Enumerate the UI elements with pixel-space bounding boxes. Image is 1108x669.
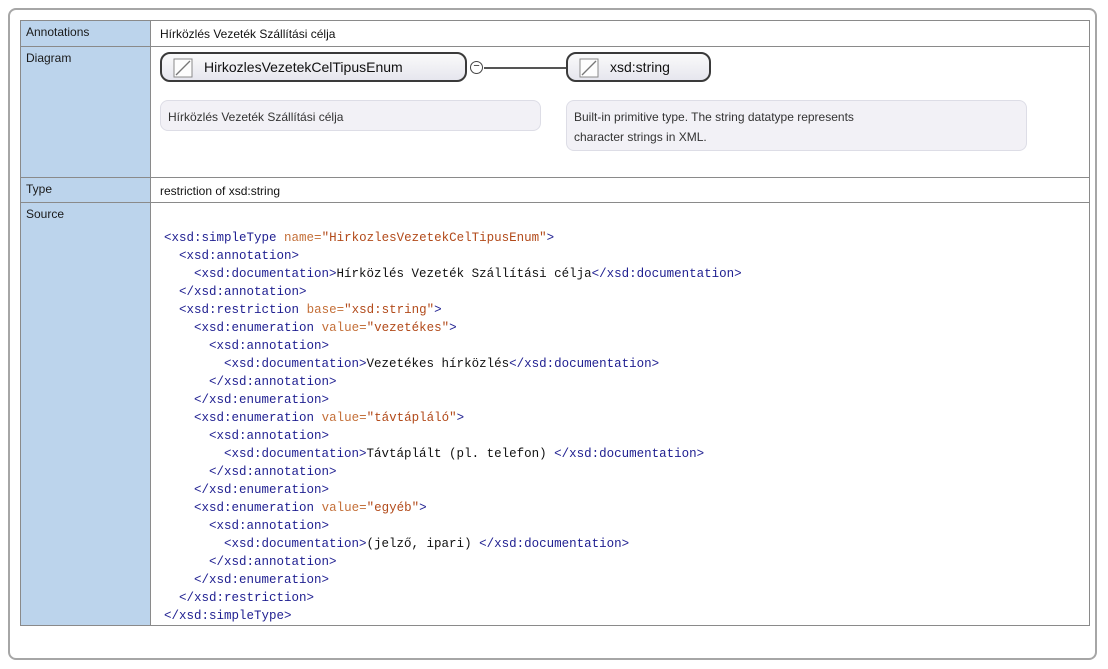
base-type-node-label: xsd:string: [610, 59, 670, 75]
properties-panel: Annotations Hírközlés Vezeték Szállítási…: [8, 8, 1097, 660]
code-token: "egyéb": [366, 501, 420, 515]
base-type-icon: [579, 58, 599, 78]
properties-table: Annotations Hírközlés Vezeték Szállítási…: [20, 20, 1090, 626]
type-row: Type restriction of xsd:string: [20, 177, 1090, 203]
base-type-doc-line1: Built-in primitive type. The string data…: [574, 110, 854, 124]
simple-type-doc-text: Hírközlés Vezeték Szállítási célja: [168, 110, 344, 124]
code-token: <xsd:documentation>: [224, 357, 367, 371]
code-token: name=: [284, 231, 322, 245]
code-token: <xsd:annotation>: [209, 429, 330, 443]
code-token: >: [456, 411, 465, 425]
type-value: restriction of xsd:string: [150, 177, 1090, 203]
code-token: </xsd:enumeration>: [194, 573, 330, 587]
code-token: <xsd:annotation>: [209, 519, 330, 533]
code-token: </xsd:annotation>: [209, 465, 337, 479]
code-token: </xsd:enumeration>: [194, 393, 330, 407]
diagram-label: Diagram: [20, 46, 151, 178]
base-type-doc: Built-in primitive type. The string data…: [566, 100, 1027, 151]
code-token: Hírközlés Vezeték Szállítási célja: [336, 267, 592, 281]
annotations-value: Hírközlés Vezeték Szállítási célja: [150, 20, 1090, 47]
code-token: </xsd:documentation>: [554, 447, 705, 461]
code-token: <xsd:restriction: [179, 303, 300, 317]
code-token: <xsd:documentation>: [194, 267, 337, 281]
code-token: </xsd:annotation>: [209, 375, 337, 389]
source-value: <xsd:simpleType name="HirkozlesVezetekCe…: [150, 202, 1090, 626]
code-token: value=: [321, 321, 367, 335]
simple-type-node[interactable]: HirkozlesVezetekCelTipusEnum: [160, 52, 467, 82]
code-token: (jelző, ipari): [366, 537, 480, 551]
diagram-row: Diagram HirkozlesVezetekCelTipusEnum − x…: [20, 46, 1090, 178]
code-token: "xsd:string": [344, 303, 435, 317]
simple-type-doc: Hírközlés Vezeték Szállítási célja: [160, 100, 541, 131]
code-token: <xsd:enumeration: [194, 321, 315, 335]
code-token: Vezetékes hírközlés: [366, 357, 510, 371]
code-token: "távtápláló": [366, 411, 457, 425]
code-token: <xsd:enumeration: [194, 411, 315, 425]
code-token: <xsd:documentation>: [224, 537, 367, 551]
code-token: value=: [321, 411, 367, 425]
code-token: </xsd:documentation>: [591, 267, 742, 281]
type-label: Type: [20, 177, 151, 203]
code-token: "vezetékes": [366, 321, 450, 335]
source-code: <xsd:simpleType name="HirkozlesVezetekCe…: [151, 203, 1089, 625]
code-token: >: [434, 303, 442, 317]
code-token: </xsd:annotation>: [209, 555, 337, 569]
code-token: <xsd:simpleType: [164, 231, 277, 245]
code-token: </xsd:simpleType>: [164, 609, 292, 623]
simple-type-icon: [173, 58, 193, 78]
diagram-value: HirkozlesVezetekCelTipusEnum − xsd:strin…: [150, 46, 1090, 178]
code-token: </xsd:enumeration>: [194, 483, 330, 497]
code-token: >: [449, 321, 457, 335]
code-token: value=: [321, 501, 367, 515]
code-token: <xsd:annotation>: [179, 249, 300, 263]
code-token: <xsd:annotation>: [209, 339, 330, 353]
simple-type-node-label: HirkozlesVezetekCelTipusEnum: [204, 59, 403, 75]
code-token: </xsd:documentation>: [479, 537, 630, 551]
code-token: Távtáplált (pl. telefon): [366, 447, 555, 461]
type-diagram: HirkozlesVezetekCelTipusEnum − xsd:strin…: [151, 47, 1089, 177]
annotations-label: Annotations: [20, 20, 151, 47]
code-token: </xsd:annotation>: [179, 285, 307, 299]
code-token: </xsd:documentation>: [509, 357, 660, 371]
collapse-icon[interactable]: −: [470, 61, 483, 74]
code-token: <xsd:enumeration: [194, 501, 315, 515]
code-token: </xsd:restriction>: [179, 591, 315, 605]
connector-line: [484, 67, 566, 69]
base-type-node[interactable]: xsd:string: [566, 52, 711, 82]
annotations-row: Annotations Hírközlés Vezeték Szállítási…: [20, 20, 1090, 47]
code-token: >: [419, 501, 427, 515]
code-token: base=: [306, 303, 345, 317]
code-token: "HirkozlesVezetekCelTipusEnum": [321, 231, 547, 245]
source-label: Source: [20, 202, 151, 626]
code-token: <xsd:documentation>: [224, 447, 367, 461]
source-row: Source <xsd:simpleType name="HirkozlesVe…: [20, 202, 1090, 626]
code-token: >: [546, 231, 555, 245]
base-type-doc-line2: character strings in XML.: [574, 130, 707, 144]
